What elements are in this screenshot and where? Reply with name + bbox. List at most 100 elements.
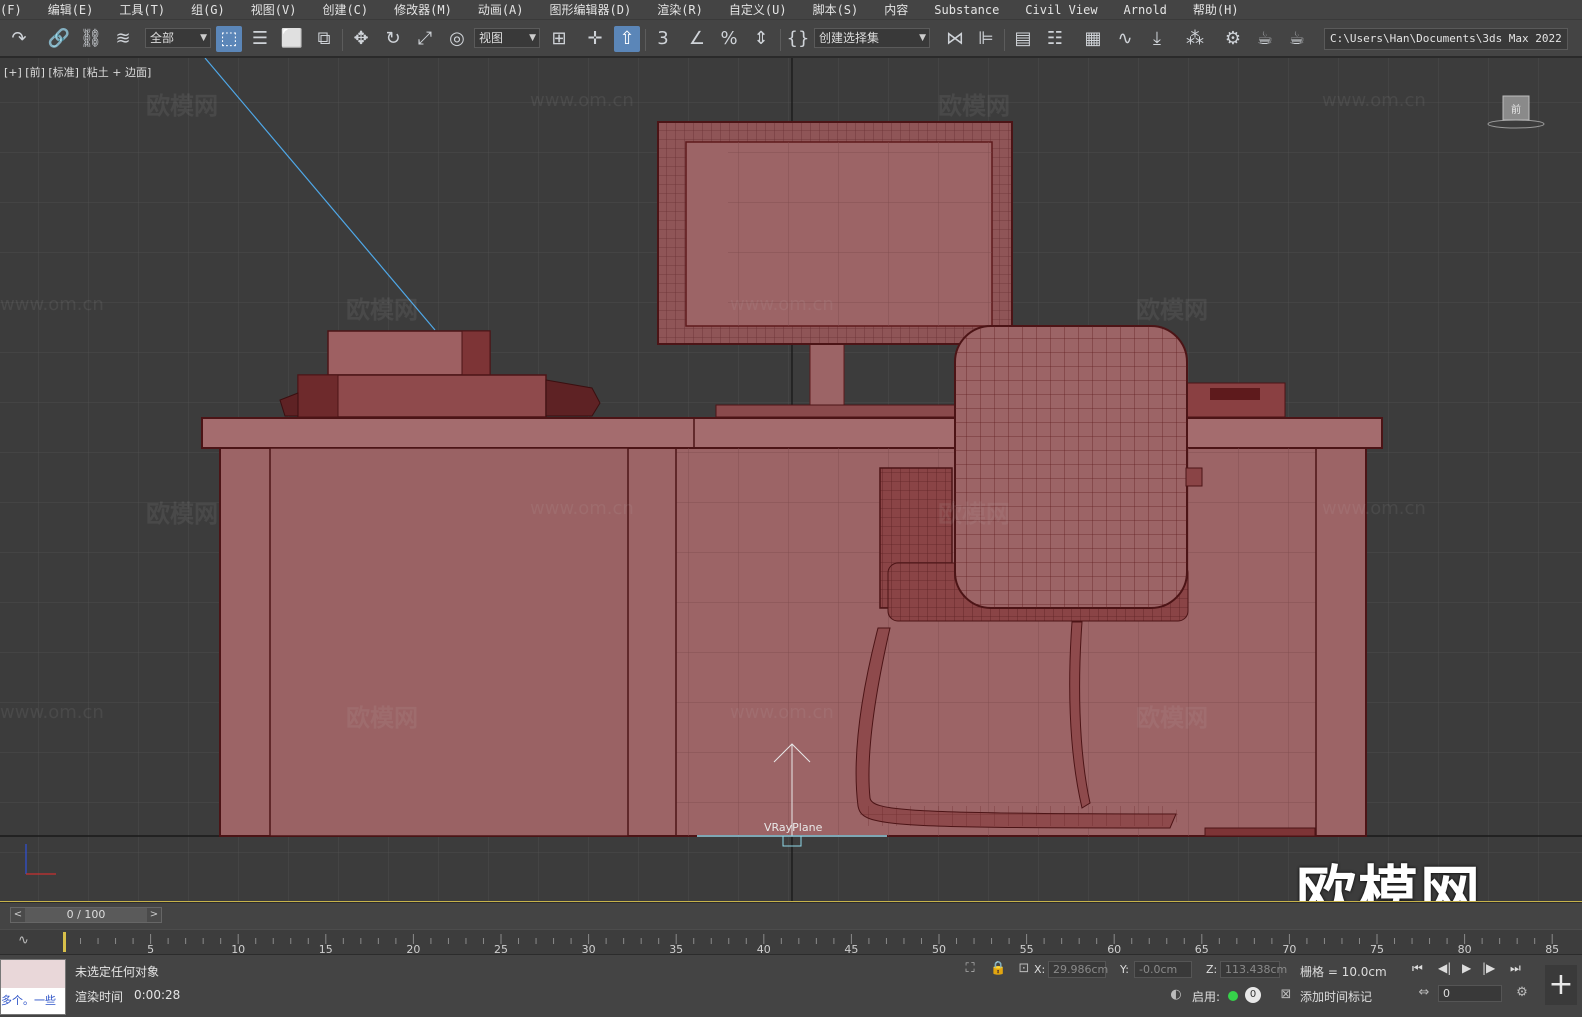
render-setup-icon[interactable]: ⚙: [1220, 26, 1246, 52]
select-object-icon[interactable]: ⬚: [216, 26, 242, 52]
next-key-icon[interactable]: |▶: [1482, 961, 1495, 975]
time-slider[interactable]: < 0 / 100 >: [10, 907, 162, 923]
frame-nav-icon[interactable]: ⇔: [1416, 985, 1432, 1001]
schematic-view-icon[interactable]: ⤓: [1144, 26, 1170, 52]
menu-file[interactable]: (F): [0, 0, 35, 20]
rendered-frame-window-icon[interactable]: ☕: [1252, 26, 1278, 52]
menu-group[interactable]: 组(G): [178, 0, 238, 20]
go-to-start-icon[interactable]: ⏮: [1412, 961, 1423, 976]
menu-arnold[interactable]: Arnold: [1111, 0, 1180, 20]
x-coord-field[interactable]: 29.986cm: [1048, 961, 1108, 978]
current-frame-field[interactable]: 0: [1438, 985, 1502, 1002]
mirror-icon[interactable]: ⋈: [942, 26, 968, 52]
viewcube-face-label: 前: [1511, 103, 1521, 116]
go-to-end-icon[interactable]: ⏭: [1510, 961, 1521, 976]
next-frame-icon[interactable]: >: [147, 908, 161, 922]
key-status-dot: [1228, 991, 1238, 1001]
toolbar-divider: [780, 29, 781, 51]
isolate-selection-icon[interactable]: ⛶: [962, 961, 978, 977]
toggle-ribbon-icon[interactable]: ▦: [1080, 26, 1106, 52]
percent-snap-icon[interactable]: %: [716, 26, 742, 52]
select-manipulate-icon[interactable]: ✛: [582, 26, 608, 52]
menu-scripting[interactable]: 脚本(S): [800, 0, 872, 20]
menu-rendering[interactable]: 渲染(R): [644, 0, 716, 20]
place-icon[interactable]: ◎: [444, 26, 470, 52]
named-selection-dropdown[interactable]: 创建选择集 ▼: [814, 28, 930, 48]
material-editor-icon[interactable]: ⁂: [1182, 26, 1208, 52]
scene-canvas[interactable]: [0, 58, 1582, 902]
z-coord-field[interactable]: 113.438cm: [1220, 961, 1287, 978]
keyboard-model[interactable]: [715, 404, 957, 418]
viewcube[interactable]: 前: [1486, 94, 1546, 134]
menu-civil-view[interactable]: Civil View: [1012, 0, 1110, 20]
menu-help[interactable]: 帮助(H): [1180, 0, 1252, 20]
pivot-center-icon[interactable]: ⊞: [546, 26, 572, 52]
bind-space-warp-icon[interactable]: ≋: [110, 26, 136, 52]
render-production-icon[interactable]: ☕: [1284, 26, 1310, 52]
move-icon[interactable]: ✥: [348, 26, 374, 52]
reference-coord-dropdown[interactable]: 视图 ▼: [474, 28, 540, 48]
spinner-snap-icon[interactable]: ⇕: [748, 26, 774, 52]
prev-frame-icon[interactable]: <: [11, 908, 25, 922]
current-frame-marker[interactable]: [63, 932, 66, 952]
watermark-url: www.om.cn: [0, 702, 104, 723]
play-icon[interactable]: ▶: [1462, 961, 1471, 975]
grid-spacing: 栅格 = 10.0cm: [1300, 965, 1387, 979]
menu-content[interactable]: 内容: [871, 0, 921, 20]
selection-lock-icon[interactable]: 🔒: [990, 961, 1006, 977]
watermark-text: 欧模网: [938, 92, 1010, 120]
chevron-down-icon: ▼: [529, 33, 536, 43]
key-count-badge: 0: [1245, 987, 1261, 1003]
menu-create[interactable]: 创建(C): [309, 0, 381, 20]
time-config-icon[interactable]: ⚙: [1514, 985, 1530, 1001]
watermark-text: 欧模网: [1136, 704, 1208, 732]
window-crossing-icon[interactable]: ⧉: [311, 26, 337, 52]
align-icon[interactable]: ⊫: [973, 26, 999, 52]
menu-graph-editors[interactable]: 图形编辑器(D): [537, 0, 645, 20]
redo-icon[interactable]: ↷: [6, 26, 32, 52]
snaps-toggle-icon[interactable]: 3: [650, 26, 676, 52]
unlink-icon[interactable]: ⛓: [78, 26, 104, 52]
rotate-icon[interactable]: ↻: [380, 26, 406, 52]
mini-curve-editor-icon[interactable]: ∿: [18, 933, 38, 951]
frame-display[interactable]: 0 / 100: [25, 908, 147, 922]
menu-animation[interactable]: 动画(A): [465, 0, 537, 20]
keyboard-shortcut-override-icon[interactable]: ⇧: [614, 26, 640, 52]
adaptive-degradation-icon[interactable]: ◐: [1168, 987, 1184, 1003]
toggle-layer-explorer-icon[interactable]: ☷: [1042, 26, 1068, 52]
maxscript-listener[interactable]: 多个。一些: [0, 959, 66, 1015]
rect-selection-region-icon[interactable]: ⬜: [279, 26, 305, 52]
time-tag-icon[interactable]: ⊠: [1278, 987, 1294, 1003]
track-bar[interactable]: ∿ 5 10 15 20 25 30 35 40 45 50 55 60 65 70 75 80 85: [0, 929, 1582, 956]
edit-named-selection-icon[interactable]: {}: [785, 26, 811, 52]
viewport-label[interactable]: [+] [前] [标准] [粘土 + 边面]: [4, 64, 151, 80]
project-path-field[interactable]: C:\Users\Han\Documents\3ds Max 2022: [1324, 28, 1568, 50]
selection-filter-dropdown[interactable]: 全部 ▼: [145, 28, 211, 48]
select-by-name-icon[interactable]: ☰: [247, 26, 273, 52]
scale-icon[interactable]: ⤢: [412, 26, 438, 52]
menu-tools[interactable]: 工具(T): [106, 0, 178, 20]
phone-model[interactable]: [1184, 382, 1286, 418]
menu-customize[interactable]: 自定义(U): [716, 0, 800, 20]
previous-key-icon[interactable]: ◀|: [1438, 961, 1451, 975]
menu-views[interactable]: 视图(V): [238, 0, 310, 20]
x-label: X:: [1034, 963, 1046, 976]
chevron-down-icon: ▼: [200, 33, 207, 43]
add-time-tag-button[interactable]: 添加时间标记: [1300, 988, 1372, 1005]
angle-snap-icon[interactable]: ∠: [684, 26, 710, 52]
toggle-scene-explorer-icon[interactable]: ▤: [1010, 26, 1036, 52]
menu-edit[interactable]: 编辑(E): [35, 0, 107, 20]
curve-editor-icon[interactable]: ∿: [1112, 26, 1138, 52]
absolute-transform-icon[interactable]: ⊡: [1016, 961, 1032, 977]
menu-modifiers[interactable]: 修改器(M): [381, 0, 465, 20]
y-coord-field[interactable]: -0.0cm: [1134, 961, 1192, 978]
menu-substance[interactable]: Substance: [921, 0, 1012, 20]
project-path-value: C:\Users\Han\Documents\3ds Max 2022: [1330, 32, 1562, 45]
frame-ruler[interactable]: 5 10 15 20 25 30 35 40 45 50 55 60 65 70 75 80 85: [63, 930, 1573, 956]
vrayplane-label: VRayPlane: [764, 821, 823, 834]
watermark-url: www.om.cn: [530, 498, 634, 519]
front-viewport[interactable]: [+] [前] [标准] [粘土 + 边面] 欧模网 www.om.cn 欧模网…: [0, 58, 1582, 902]
add-viewport-button[interactable]: +: [1545, 965, 1577, 1005]
link-icon[interactable]: 🔗: [46, 26, 72, 52]
maxscript-output[interactable]: 多个。一些: [1, 988, 65, 1014]
